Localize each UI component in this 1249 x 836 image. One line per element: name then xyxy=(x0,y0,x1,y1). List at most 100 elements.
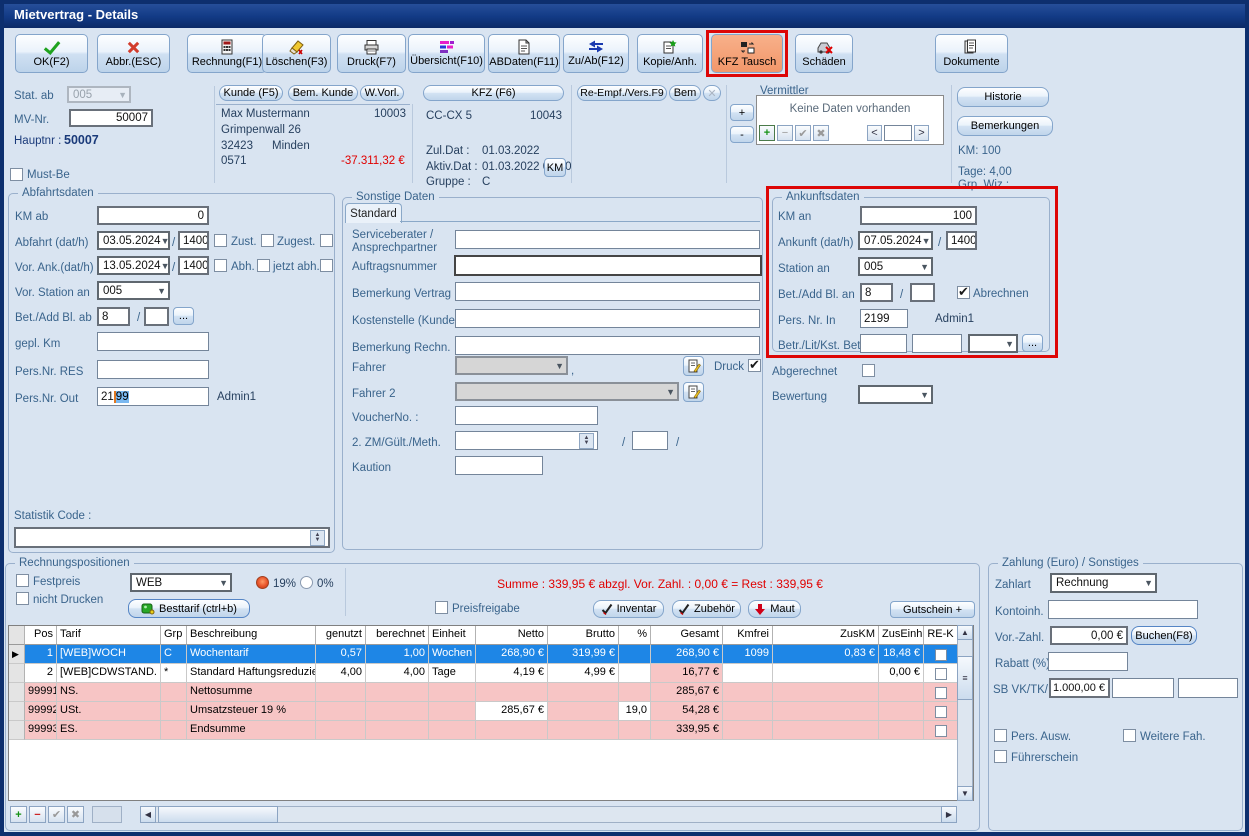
vor-station-combo[interactable]: 005 ▼ xyxy=(97,281,170,300)
print-button[interactable]: Druck(F7) xyxy=(337,34,406,73)
gepl-km-input[interactable] xyxy=(97,332,209,351)
table-row[interactable]: 99992 USt. Umsatzsteuer 19 % 285,67 € 19,0 54… xyxy=(9,702,973,721)
fahrer2-edit-button[interactable] xyxy=(683,382,704,402)
bet-add-ab-more-button[interactable]: ... xyxy=(173,307,194,325)
kfz-button[interactable]: KFZ (F6) xyxy=(423,85,564,101)
damages-button[interactable]: Schäden xyxy=(795,34,853,73)
bet-add-ab-input2[interactable] xyxy=(144,307,169,326)
scroll-down-icon[interactable]: ▼ xyxy=(957,786,973,801)
zugest-checkbox[interactable] xyxy=(320,234,333,247)
column-header[interactable]: ZusEinh xyxy=(879,626,924,645)
vat0-radio[interactable] xyxy=(300,576,313,589)
auftragsnummer-input[interactable] xyxy=(454,255,762,276)
pers-res-input[interactable] xyxy=(97,360,209,379)
kontoinh-input[interactable] xyxy=(1048,600,1198,619)
ankunft-time-input[interactable]: 1400 xyxy=(946,231,977,250)
historie-button[interactable]: Historie xyxy=(957,87,1049,107)
zuab-button[interactable]: Zu/Ab(F12) xyxy=(563,34,629,73)
mv-nr-input[interactable]: 50007 xyxy=(69,109,153,127)
betr-input2[interactable] xyxy=(912,334,962,353)
documents-button[interactable]: Dokumente xyxy=(935,34,1008,73)
rabatt-input[interactable] xyxy=(1048,652,1128,671)
column-header[interactable]: % xyxy=(619,626,651,645)
re-empf-button[interactable]: Re-Empf./Vers.F9 xyxy=(577,85,667,101)
row-cancel-button[interactable]: ✖ xyxy=(67,806,84,823)
scroll-left-icon[interactable]: ◀ xyxy=(140,806,156,823)
abfahrt-checkbox[interactable] xyxy=(214,234,227,247)
tarif-combo[interactable]: WEB ▼ xyxy=(130,573,232,592)
maut-button[interactable]: Maut xyxy=(748,600,801,618)
column-header[interactable]: Brutto xyxy=(548,626,619,645)
fuehrerschein-checkbox[interactable] xyxy=(994,750,1007,763)
column-header[interactable]: Tarif xyxy=(57,626,161,645)
vermittler-page-input[interactable] xyxy=(884,125,912,141)
ok-button[interactable]: OK(F2) xyxy=(15,34,88,73)
voucher-input[interactable] xyxy=(455,406,598,425)
kfz-tausch-button[interactable]: KFZ Tausch xyxy=(711,34,783,73)
vat19-radio[interactable] xyxy=(256,576,269,589)
re-k-checkbox[interactable] xyxy=(934,725,947,737)
title-bar[interactable]: Mietvertrag - Details xyxy=(0,0,1249,28)
column-header[interactable]: RE-K xyxy=(924,626,958,645)
vor-ank-checkbox[interactable] xyxy=(214,259,227,272)
column-header[interactable]: Einheit xyxy=(429,626,476,645)
vermittler-add-button[interactable]: + xyxy=(730,104,754,121)
bem-button[interactable]: Bem xyxy=(669,85,701,101)
row-confirm-button[interactable]: ✔ xyxy=(48,806,65,823)
re-k-checkbox[interactable] xyxy=(934,668,947,680)
column-header[interactable]: Netto xyxy=(476,626,548,645)
column-header[interactable]: Gesamt xyxy=(651,626,723,645)
scroll-up-icon[interactable]: ▲ xyxy=(957,625,973,640)
zubehoer-button[interactable]: Zubehör xyxy=(672,600,741,618)
vor-ank-date-combo[interactable]: 13.05.2024 ▼ xyxy=(97,256,170,275)
bemerkung-vertrag-input[interactable] xyxy=(455,282,760,301)
re-k-checkbox[interactable] xyxy=(934,649,947,661)
besttarif-button[interactable]: Besttarif (ctrl+b) xyxy=(128,599,250,618)
zm-input[interactable]: ▲ ▼ xyxy=(455,431,598,450)
statistik-code-input[interactable]: ▲ ▼ xyxy=(14,527,330,548)
abfahrt-date-combo[interactable]: 03.05.2024 ▼ xyxy=(97,231,170,250)
column-header[interactable]: Kmfrei xyxy=(723,626,773,645)
re-k-checkbox[interactable] xyxy=(934,706,947,718)
ankunft-date-combo[interactable]: 07.05.2024 ▼ xyxy=(858,231,933,250)
bemerkung-rechn-input[interactable] xyxy=(455,336,760,355)
row-remove-button[interactable]: − xyxy=(29,806,46,823)
zahlart-combo[interactable]: Rechnung ▼ xyxy=(1050,573,1157,593)
stat-ab-combo[interactable]: 005 ▼ xyxy=(67,86,131,103)
nicht-drucken-checkbox[interactable] xyxy=(16,592,29,605)
zust-checkbox[interactable] xyxy=(261,234,274,247)
table-row[interactable]: 2 [WEB]CDWSTAND. * Standard Haftungsreduzie… xyxy=(9,664,973,683)
vermittler-plus-icon[interactable]: + xyxy=(759,125,775,141)
column-header[interactable]: genutzt xyxy=(316,626,366,645)
serviceberater-input[interactable] xyxy=(455,230,760,249)
buchen-button[interactable]: Buchen(F8) xyxy=(1131,626,1197,645)
bewertung-combo[interactable]: ▼ xyxy=(858,385,933,404)
abh-checkbox[interactable] xyxy=(257,259,270,272)
spinner-icon[interactable]: ▲ ▼ xyxy=(310,529,325,546)
hscrollbar-thumb[interactable] xyxy=(158,806,278,823)
table-row[interactable]: 99991 NS. Nettosumme 285,67 € xyxy=(9,683,973,702)
vor-zahl-input[interactable]: 0,00 € xyxy=(1050,626,1128,645)
kunde-button[interactable]: Kunde (F5) xyxy=(219,85,283,101)
fahrer-combo[interactable]: ▼ xyxy=(455,356,568,375)
tab-standard[interactable]: Standard xyxy=(345,203,402,223)
column-header[interactable]: Pos xyxy=(25,626,57,645)
grid-scrollbar-thumb[interactable]: ≡ xyxy=(957,656,973,700)
column-header[interactable]: berechnet xyxy=(366,626,429,645)
bemerkungen-button[interactable]: Bemerkungen xyxy=(957,116,1053,136)
km-ab-input[interactable]: 0 xyxy=(97,206,209,225)
vor-ank-time-input[interactable]: 1400 xyxy=(178,256,209,275)
kaution-input[interactable] xyxy=(455,456,543,475)
overview-button[interactable]: Übersicht(F10) xyxy=(408,34,485,73)
zm-input2[interactable] xyxy=(632,431,668,450)
km-an-input[interactable]: 100 xyxy=(860,206,977,225)
vermittler-confirm-icon[interactable]: ✔ xyxy=(795,125,811,141)
sb-input3[interactable] xyxy=(1178,678,1238,698)
druck-checkbox[interactable] xyxy=(748,357,761,373)
wvorl-button[interactable]: W.Vorl. xyxy=(360,85,404,101)
column-header[interactable]: Beschreibung xyxy=(187,626,316,645)
vermittler-prev-button[interactable]: < xyxy=(867,125,882,141)
vermittler-next-button[interactable]: > xyxy=(914,125,929,141)
bem-kunde-button[interactable]: Bem. Kunde xyxy=(288,85,358,101)
abgerechnet-checkbox[interactable] xyxy=(862,364,875,377)
